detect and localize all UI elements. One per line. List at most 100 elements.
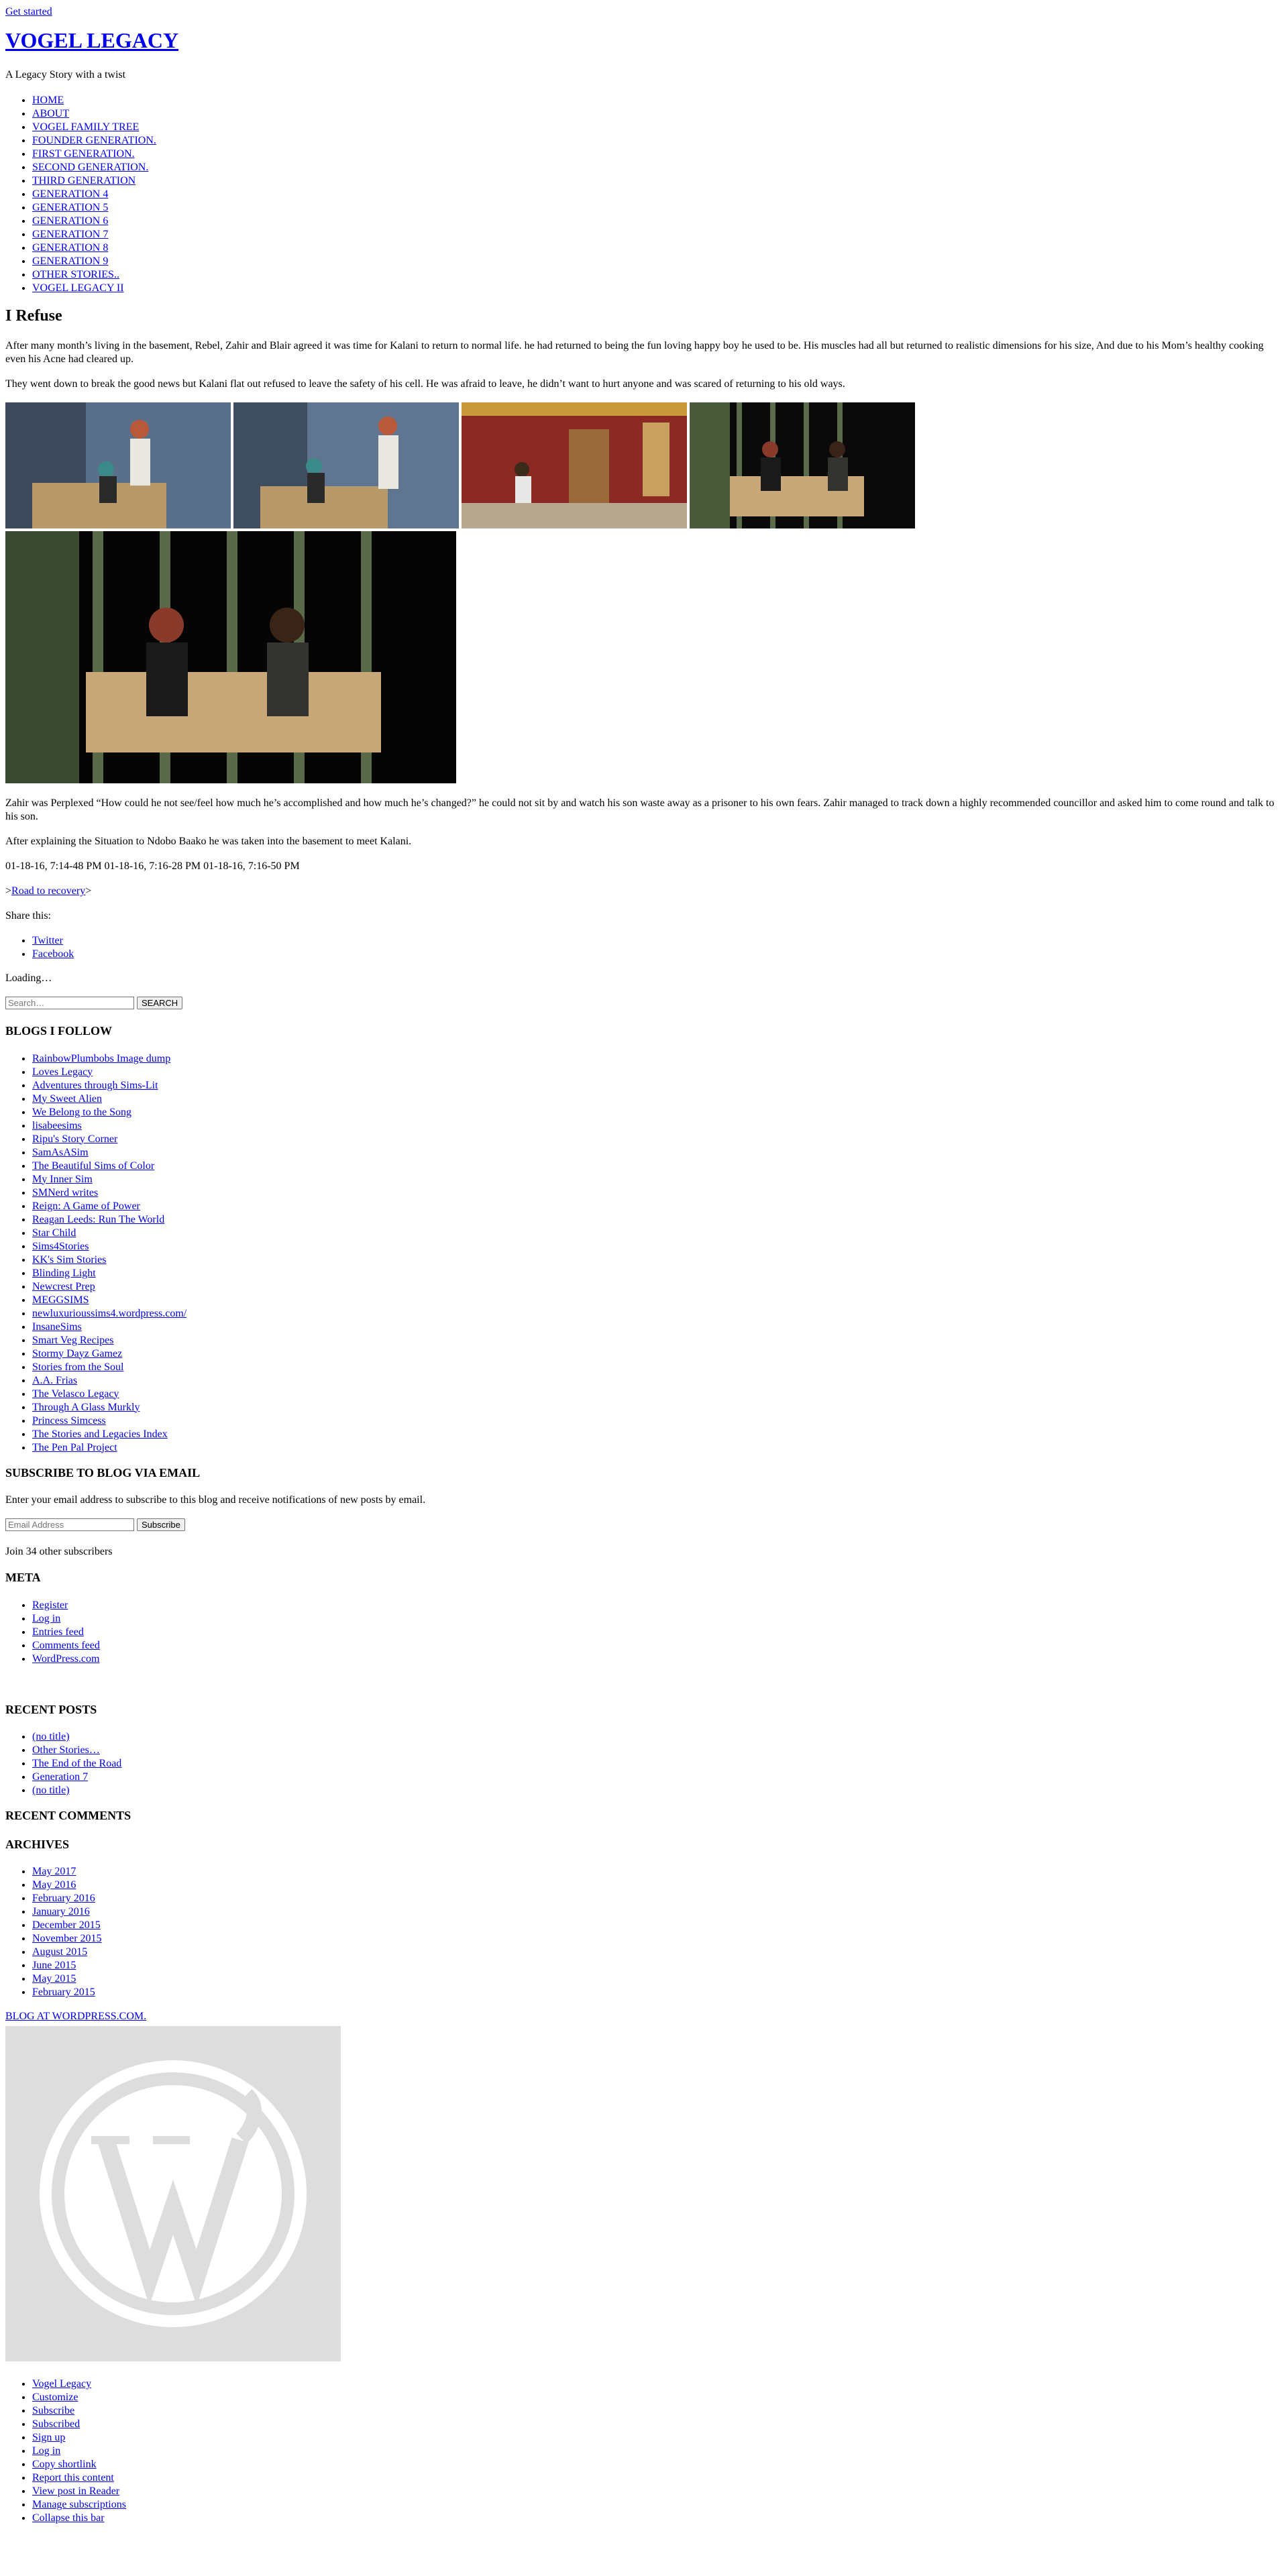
view-in-reader-link[interactable]: View post in Reader [32,2485,119,2497]
blog-link[interactable]: My Inner Sim [32,1174,93,1185]
site-description: A Legacy Story with a twist [5,69,126,80]
blog-link[interactable]: Star Child [32,1227,76,1239]
gallery-image-4[interactable] [690,402,915,528]
nav-link-generation-7[interactable]: GENERATION 7 [32,229,108,240]
blog-link[interactable]: A.A. Frias [32,1375,77,1386]
nav-link-third-generation[interactable]: THIRD GENERATION [32,175,136,186]
recent-post-link[interactable]: Other Stories… [32,1744,100,1756]
blog-link[interactable]: The Beautiful Sims of Color [32,1160,154,1172]
blog-link[interactable]: RainbowPlumbobs Image dump [32,1053,170,1064]
share-facebook-link[interactable]: Facebook [32,948,74,960]
archive-link[interactable]: February 2015 [32,1986,95,1998]
blog-link[interactable]: Ripu's Story Corner [32,1133,117,1145]
blog-link[interactable]: Adventures through Sims-Lit [32,1080,158,1091]
blog-link[interactable]: Sims4Stories [32,1241,89,1252]
nav-item: SECOND GENERATION. [32,161,1283,174]
archive-link[interactable]: May 2016 [32,1879,76,1891]
collapse-bar-link[interactable]: Collapse this bar [32,2512,105,2524]
recent-post-link[interactable]: (no title) [32,1785,70,1796]
nav-link-vogel-legacy-ii[interactable]: VOGEL LEGACY II [32,282,124,294]
featured-image[interactable] [5,531,456,783]
manage-subscriptions-link[interactable]: Manage subscriptions [32,2499,126,2510]
nav-link-founder-generation[interactable]: FOUNDER GENERATION. [32,135,156,146]
get-started-link[interactable]: Get started [5,5,1283,19]
blog-link[interactable]: Smart Veg Recipes [32,1335,113,1346]
nav-link-generation-6[interactable]: GENERATION 6 [32,215,108,227]
archive-link[interactable]: January 2016 [32,1906,90,1917]
blog-link[interactable]: Reign: A Game of Power [32,1200,140,1212]
list-item: August 2015 [32,1946,1283,1959]
blog-link[interactable]: SamAsASim [32,1147,89,1158]
search-input[interactable] [5,997,134,1009]
blog-link[interactable]: Reagan Leeds: Run The World [32,1214,164,1225]
subscribe-text: Enter your email address to subscribe to… [5,1494,426,1506]
subscribed-link[interactable]: Subscribed [32,2418,80,2430]
archive-link[interactable]: June 2015 [32,1960,76,1971]
nav-link-generation-8[interactable]: GENERATION 8 [32,242,108,254]
nav-link-about[interactable]: ABOUT [32,108,69,119]
email-field[interactable] [5,1518,134,1531]
blog-link[interactable]: The Velasco Legacy [32,1388,119,1400]
blog-link[interactable]: Newcrest Prep [32,1281,95,1292]
comments-feed-link[interactable]: Comments feed [32,1640,100,1651]
site-title-link[interactable]: VOGEL LEGACY [5,28,178,52]
copy-shortlink-link[interactable]: Copy shortlink [32,2459,97,2470]
archive-link[interactable]: December 2015 [32,1919,101,1931]
entries-feed-link[interactable]: Entries feed [32,1626,84,1638]
main-nav: HOME ABOUT VOGEL FAMILY TREE FOUNDER GEN… [5,94,1283,295]
list-item: lisabeesims [32,1119,1283,1133]
gallery-image-3[interactable] [462,402,687,528]
blog-link[interactable]: KK's Sim Stories [32,1254,106,1266]
nav-link-home[interactable]: HOME [32,95,64,106]
next-post-link[interactable]: Road to recovery [11,885,85,897]
nav-link-second-generation[interactable]: SECOND GENERATION. [32,162,148,173]
blog-link[interactable]: SMNerd writes [32,1187,98,1198]
blogs-follow-title: BLOGS I FOLLOW [5,1024,113,1038]
archive-link[interactable]: November 2015 [32,1933,102,1944]
blog-link[interactable]: We Belong to the Song [32,1107,131,1118]
nav-link-first-generation[interactable]: FIRST GENERATION. [32,148,135,160]
register-link[interactable]: Register [32,1600,68,1611]
list-item: SMNerd writes [32,1186,1283,1200]
archive-link[interactable]: May 2015 [32,1973,76,1984]
recent-post-link[interactable]: The End of the Road [32,1758,121,1769]
archive-link[interactable]: February 2016 [32,1893,95,1904]
share-twitter-link[interactable]: Twitter [32,935,63,946]
subscribe-link[interactable]: Subscribe [32,2405,74,2416]
share-item: Twitter [32,934,1283,948]
gallery-image-2[interactable] [233,402,459,528]
nav-link-generation-4[interactable]: GENERATION 4 [32,188,108,200]
blog-link[interactable]: MEGGSIMS [32,1294,89,1306]
blog-link[interactable]: My Sweet Alien [32,1093,102,1105]
blog-link[interactable]: lisabeesims [32,1120,82,1131]
blog-link[interactable]: Blinding Light [32,1268,96,1279]
bar-site-link[interactable]: Vogel Legacy [32,2378,91,2390]
recent-post-link[interactable]: Generation 7 [32,1771,88,1783]
subscribe-button[interactable]: Subscribe [137,1518,185,1531]
report-content-link[interactable]: Report this content [32,2472,114,2483]
archive-link[interactable]: August 2015 [32,1946,87,1958]
nav-link-generation-9[interactable]: GENERATION 9 [32,256,108,267]
nav-link-other-stories[interactable]: OTHER STORIES.. [32,269,119,280]
gallery-image-1[interactable] [5,402,231,528]
archive-link[interactable]: May 2017 [32,1866,76,1877]
wordpress-link[interactable]: WordPress.com [32,1653,99,1665]
nav-link-family-tree[interactable]: VOGEL FAMILY TREE [32,121,139,133]
blog-link[interactable]: InsaneSims [32,1321,82,1333]
recent-post-link[interactable]: (no title) [32,1731,70,1742]
blog-link[interactable]: newluxurioussims4.wordpress.com/ [32,1308,186,1319]
footer-credit-link[interactable]: BLOG AT WORDPRESS.COM. [5,2010,1283,2023]
blog-link[interactable]: The Pen Pal Project [32,1442,117,1453]
bar-log-in-link[interactable]: Log in [32,2445,60,2457]
customize-link[interactable]: Customize [32,2392,78,2403]
blog-link[interactable]: Stories from the Soul [32,1361,123,1373]
search-button[interactable]: SEARCH [137,997,183,1009]
nav-link-generation-5[interactable]: GENERATION 5 [32,202,108,213]
blog-link[interactable]: The Stories and Legacies Index [32,1429,168,1440]
blog-link[interactable]: Princess Simcess [32,1415,106,1426]
blog-link[interactable]: Loves Legacy [32,1066,93,1078]
sign-up-link[interactable]: Sign up [32,2432,65,2443]
log-in-link[interactable]: Log in [32,1613,60,1624]
blog-link[interactable]: Through A Glass Murkly [32,1402,140,1413]
blog-link[interactable]: Stormy Dayz Gamez [32,1348,122,1359]
